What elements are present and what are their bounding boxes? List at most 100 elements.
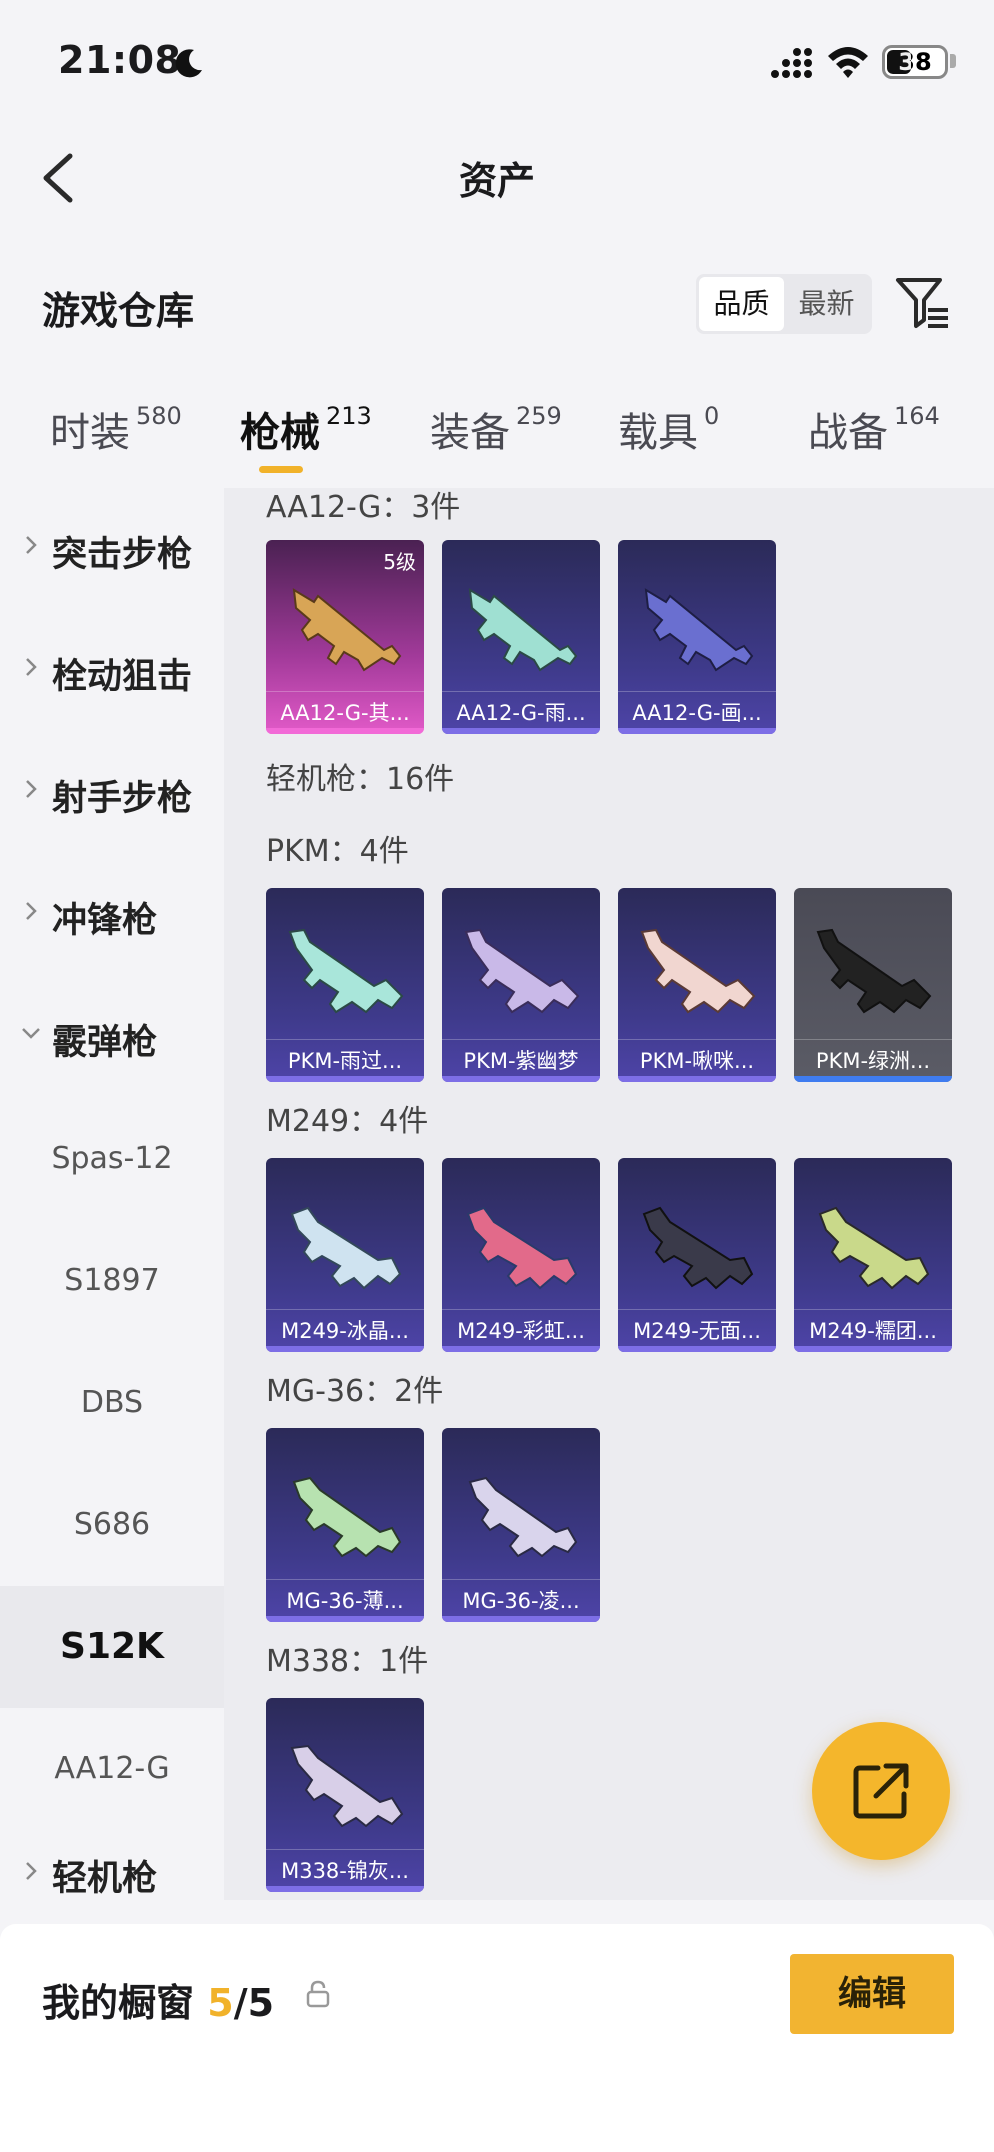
weapon-card[interactable]: M249-冰晶... (266, 1158, 424, 1352)
gun-image (290, 1206, 402, 1290)
weapon-card[interactable]: M338-锦灰... (266, 1698, 424, 1892)
gun-image (818, 1206, 930, 1290)
showcase-bar: 我的橱窗 5/5 编辑 (0, 1924, 994, 2152)
sort-by-newest[interactable]: 最新 (784, 277, 869, 331)
gun-image (466, 1206, 578, 1290)
weapon-name: M249-冰晶... (281, 1319, 409, 1343)
tab-count: 164 (894, 402, 940, 430)
weapon-card[interactable]: PKM-雨过... (266, 888, 424, 1082)
sidebar-item-bolt-sniper[interactable]: 栓动狙击 (0, 610, 224, 732)
weapon-card[interactable]: PKM-绿洲... (794, 888, 952, 1082)
card-divider (266, 1849, 424, 1850)
weapon-name: PKM-绿洲... (815, 1049, 931, 1073)
wifi-icon (828, 47, 868, 78)
card-divider (794, 1039, 952, 1040)
card-divider (266, 691, 424, 692)
rarity-bar (266, 1076, 424, 1082)
sidebar-sub-s1897[interactable]: S1897 (0, 1220, 224, 1342)
sidebar: 突击步枪 栓动狙击 射手步枪 冲锋枪 霰弹枪 Spas-12 S1897 DBS… (0, 488, 224, 1900)
card-divider (618, 691, 776, 692)
edit-button[interactable]: 编辑 (790, 1954, 954, 2034)
sort-by-quality[interactable]: 品质 (699, 277, 784, 331)
chevron-right-icon (26, 780, 37, 798)
weapon-name: PKM-啾咪... (639, 1049, 755, 1073)
showcase-label: 我的橱窗 (42, 1981, 195, 2025)
weapon-card[interactable]: M249-糯团... (794, 1158, 952, 1352)
rarity-bar (618, 1346, 776, 1352)
weapon-card[interactable]: M249-无面... (618, 1158, 776, 1352)
sidebar-item-marksman-rifle[interactable]: 射手步枪 (0, 732, 224, 854)
weapon-name: PKM-紫幽梦 (463, 1049, 579, 1073)
tab-fashion[interactable]: 时装 580 (50, 400, 182, 458)
weapon-card[interactable]: PKM-紫幽梦 (442, 888, 600, 1082)
weapon-card[interactable]: MG-36-薄... (266, 1428, 424, 1622)
rarity-bar (266, 728, 424, 734)
warehouse-title: 游戏仓库 (42, 289, 195, 333)
rarity-bar (266, 1616, 424, 1622)
sidebar-item-label: 栓动狙击 (52, 657, 193, 697)
tab-label: 载具 (618, 410, 698, 456)
chevron-right-icon (26, 536, 37, 554)
rarity-bar (442, 1616, 600, 1622)
tab-vehicles[interactable]: 载具 0 (618, 400, 719, 458)
weapon-card[interactable]: AA12-G-画... (618, 540, 776, 734)
gun-image (644, 588, 754, 672)
rarity-bar (794, 1076, 952, 1082)
rarity-bar (266, 1886, 424, 1892)
sidebar-item-assault-rifle[interactable]: 突击步枪 (0, 488, 224, 610)
weapon-card[interactable]: MG-36-凌... (442, 1428, 600, 1622)
card-divider (794, 1309, 952, 1310)
chevron-down-icon (22, 1028, 40, 1039)
sidebar-sub-s12k[interactable]: S12K (0, 1586, 224, 1708)
group-title-m249: M249：4件 (266, 1104, 429, 1139)
sort-toggle: 品质 最新 (696, 274, 872, 334)
sidebar-sub-s686[interactable]: S686 (0, 1464, 224, 1586)
moon-icon (175, 49, 202, 78)
card-divider (442, 1039, 600, 1040)
sidebar-item-smg[interactable]: 冲锋枪 (0, 854, 224, 976)
tab-equipment[interactable]: 装备 259 (430, 400, 562, 458)
rarity-bar (442, 1346, 600, 1352)
card-divider (266, 1039, 424, 1040)
chevron-right-icon (26, 902, 37, 920)
share-fab[interactable] (812, 1722, 950, 1860)
weapon-card[interactable]: PKM-啾咪... (618, 888, 776, 1082)
sidebar-item-shotgun[interactable]: 霰弹枪 (0, 976, 224, 1098)
tab-supplies[interactable]: 战备 164 (808, 400, 940, 458)
weapon-card[interactable]: 5级 AA12-G-其... (266, 540, 424, 734)
app-screen: 21:08 38 资产 游戏仓库 品质 最新 时装 580 枪械 213 装备 … (0, 0, 994, 2152)
rarity-bar (618, 728, 776, 734)
filter-icon[interactable] (894, 274, 952, 332)
tab-count: 213 (326, 402, 372, 430)
gun-image (816, 928, 932, 1014)
rarity-bar (266, 1346, 424, 1352)
weapon-name: M249-糯团... (809, 1319, 937, 1343)
gun-image (288, 928, 404, 1014)
card-divider (442, 1309, 600, 1310)
showcase-used-count: 5 (207, 1981, 234, 2025)
sidebar-item-lmg[interactable]: 轻机枪 (0, 1830, 224, 1900)
status-time: 21:08 (58, 38, 182, 82)
showcase-title: 我的橱窗 5/5 (42, 1972, 274, 2027)
tab-label: 装备 (430, 410, 510, 456)
external-link-icon (853, 1763, 909, 1819)
sidebar-item-label: 霰弹枪 (52, 1023, 158, 1063)
gun-image (292, 1476, 402, 1558)
weapon-card[interactable]: M249-彩虹... (442, 1158, 600, 1352)
group-title-aa12g: AA12-G：3件 (266, 490, 461, 525)
tab-weapons[interactable]: 枪械 213 (240, 400, 372, 458)
sidebar-item-label: 冲锋枪 (52, 901, 158, 941)
weapon-name: M249-无面... (633, 1319, 761, 1343)
sidebar-sub-spas12[interactable]: Spas-12 (0, 1098, 224, 1220)
card-divider (266, 1309, 424, 1310)
card-divider (442, 691, 600, 692)
sidebar-sub-aa12g[interactable]: AA12-G (0, 1708, 224, 1830)
card-divider (618, 1039, 776, 1040)
sidebar-sub-dbs[interactable]: DBS (0, 1342, 224, 1464)
sidebar-item-label: 轻机枪 (52, 1859, 158, 1899)
gun-image (640, 928, 756, 1014)
gun-image (292, 588, 402, 672)
weapon-card[interactable]: AA12-G-雨... (442, 540, 600, 734)
rarity-bar (794, 1346, 952, 1352)
weapon-name: M338-锦灰... (281, 1859, 409, 1883)
